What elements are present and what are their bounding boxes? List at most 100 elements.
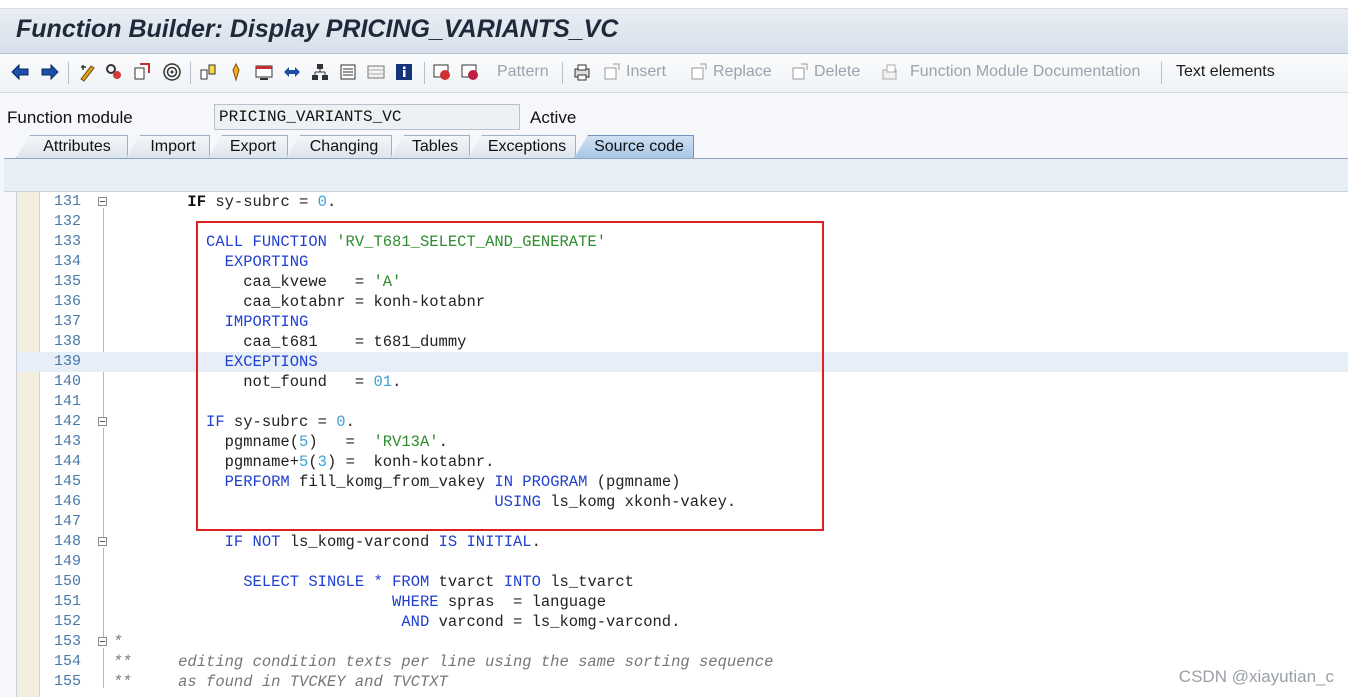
application-toolbar: Pattern Insert Replace Delete Function M… — [0, 54, 1348, 93]
line-number: 133 — [53, 233, 81, 250]
line-number: 147 — [53, 513, 81, 530]
tab-label: Source code — [594, 138, 684, 155]
code-text: ** as found in TVCKEY and TVCTXT — [113, 673, 448, 691]
collapse-icon[interactable] — [98, 417, 107, 426]
function-module-label: Function module — [7, 108, 133, 127]
code-line: 131 IF sy-subrc = 0. — [17, 192, 1348, 212]
line-number: 135 — [53, 273, 81, 290]
replace-button[interactable]: Replace — [689, 61, 772, 83]
other-object-button[interactable] — [226, 61, 246, 83]
highlight-annotation-box — [196, 221, 824, 531]
tab-label: Exceptions — [487, 138, 567, 155]
window-title: Function Builder: Display PRICING_VARIAN… — [16, 15, 619, 43]
collapse-icon[interactable] — [98, 197, 107, 206]
line-number: 148 — [53, 533, 81, 550]
code-line: 151 WHERE spras = language — [17, 592, 1348, 612]
toggle-icon — [78, 62, 98, 82]
code-text: IF NOT ls_komg-varcond IS INITIAL. — [224, 533, 541, 551]
external-breakpoint-button[interactable] — [460, 61, 480, 83]
top-border — [0, 0, 1348, 9]
tab-attributes[interactable]: Attributes — [16, 135, 128, 158]
pattern-button[interactable]: Pattern — [497, 61, 549, 83]
collapse-icon[interactable] — [98, 537, 107, 546]
tab-export[interactable]: Export — [208, 135, 288, 158]
display-change-button[interactable] — [78, 61, 98, 83]
tab-label: Export — [229, 138, 277, 155]
line-number: 140 — [53, 373, 81, 390]
tab-import[interactable]: Import — [126, 135, 210, 158]
delete-button[interactable]: Delete — [790, 61, 860, 83]
toolbar-separator — [1161, 62, 1162, 84]
function-module-row: Function module PRICING_VARIANTS_VC Acti… — [0, 104, 1348, 132]
code-text: IF sy-subrc = 0. — [187, 193, 337, 211]
line-number: 142 — [53, 413, 81, 430]
insert-icon — [602, 62, 622, 82]
text-elements-label: Text elements — [1176, 63, 1275, 80]
info-button[interactable] — [394, 61, 414, 83]
breakpoint-icon — [432, 62, 452, 82]
replace-label: Replace — [713, 63, 772, 80]
code-text: WHERE spras = language — [392, 593, 606, 611]
check-button[interactable] — [104, 61, 124, 83]
code-text: AND varcond = ls_komg-varcond. — [401, 613, 681, 631]
tab-tables[interactable]: Tables — [390, 135, 470, 158]
window-button[interactable] — [338, 61, 358, 83]
function-module-value: PRICING_VARIANTS_VC — [219, 108, 402, 126]
delete-label: Delete — [814, 63, 861, 80]
display-object-list-icon — [254, 62, 274, 82]
line-number: 134 — [53, 253, 81, 270]
code-line: 155 ** as found in TVCKEY and TVCTXT — [17, 672, 1348, 692]
object-list-button[interactable] — [254, 61, 274, 83]
text-elements-button[interactable]: Text elements — [1176, 61, 1275, 83]
line-number: 132 — [53, 213, 81, 230]
delete-icon — [790, 62, 810, 82]
navigation-icon — [282, 62, 302, 82]
documentation-icon — [880, 62, 900, 82]
line-number: 153 — [53, 633, 81, 650]
hierarchy-button[interactable] — [310, 61, 330, 83]
navigation-button[interactable] — [282, 61, 302, 83]
check-icon — [104, 62, 124, 82]
pretty-printer-button[interactable] — [572, 61, 592, 83]
tab-source-code[interactable]: Source code — [574, 135, 694, 158]
line-number: 154 — [53, 653, 81, 670]
line-number: 136 — [53, 293, 81, 310]
back-icon — [10, 62, 30, 82]
fm-documentation-label: Function Module Documentation — [910, 63, 1141, 80]
code-line: 150 SELECT SINGLE * FROM tvarct INTO ls_… — [17, 572, 1348, 592]
line-number: 145 — [53, 473, 81, 490]
test-icon — [162, 62, 182, 82]
fm-documentation-button[interactable]: Function Module Documentation — [880, 61, 1140, 83]
tab-exceptions[interactable]: Exceptions — [468, 135, 576, 158]
toolbar-separator — [68, 62, 69, 84]
line-number: 131 — [53, 193, 81, 210]
line-number: 143 — [53, 433, 81, 450]
insert-button[interactable]: Insert — [602, 61, 666, 83]
function-module-field[interactable]: PRICING_VARIANTS_VC — [214, 104, 520, 130]
collapse-icon[interactable] — [98, 637, 107, 646]
pretty-printer-icon — [572, 62, 592, 82]
test-button[interactable] — [162, 61, 182, 83]
line-number: 137 — [53, 313, 81, 330]
code-text: * — [113, 633, 123, 651]
code-line: 152 AND varcond = ls_komg-varcond. — [17, 612, 1348, 632]
toolbar-separator — [424, 62, 425, 84]
code-text: ** editing condition texts per line usin… — [113, 653, 774, 671]
forward-button[interactable] — [40, 61, 60, 83]
line-number: 144 — [53, 453, 81, 470]
tab-label: Changing — [309, 138, 379, 155]
breakpoint-button[interactable] — [432, 61, 452, 83]
back-button[interactable] — [10, 61, 30, 83]
toolbar-separator — [562, 62, 563, 84]
tab-label: Tables — [411, 138, 459, 155]
line-number: 155 — [53, 673, 81, 690]
layout-button[interactable] — [366, 61, 386, 83]
line-number: 152 — [53, 613, 81, 630]
replace-icon — [689, 62, 709, 82]
window-icon — [338, 62, 358, 82]
where-used-icon — [198, 62, 218, 82]
tab-changing[interactable]: Changing — [286, 135, 392, 158]
insert-label: Insert — [626, 63, 667, 80]
activate-button[interactable] — [132, 61, 152, 83]
where-used-button[interactable] — [198, 61, 218, 83]
